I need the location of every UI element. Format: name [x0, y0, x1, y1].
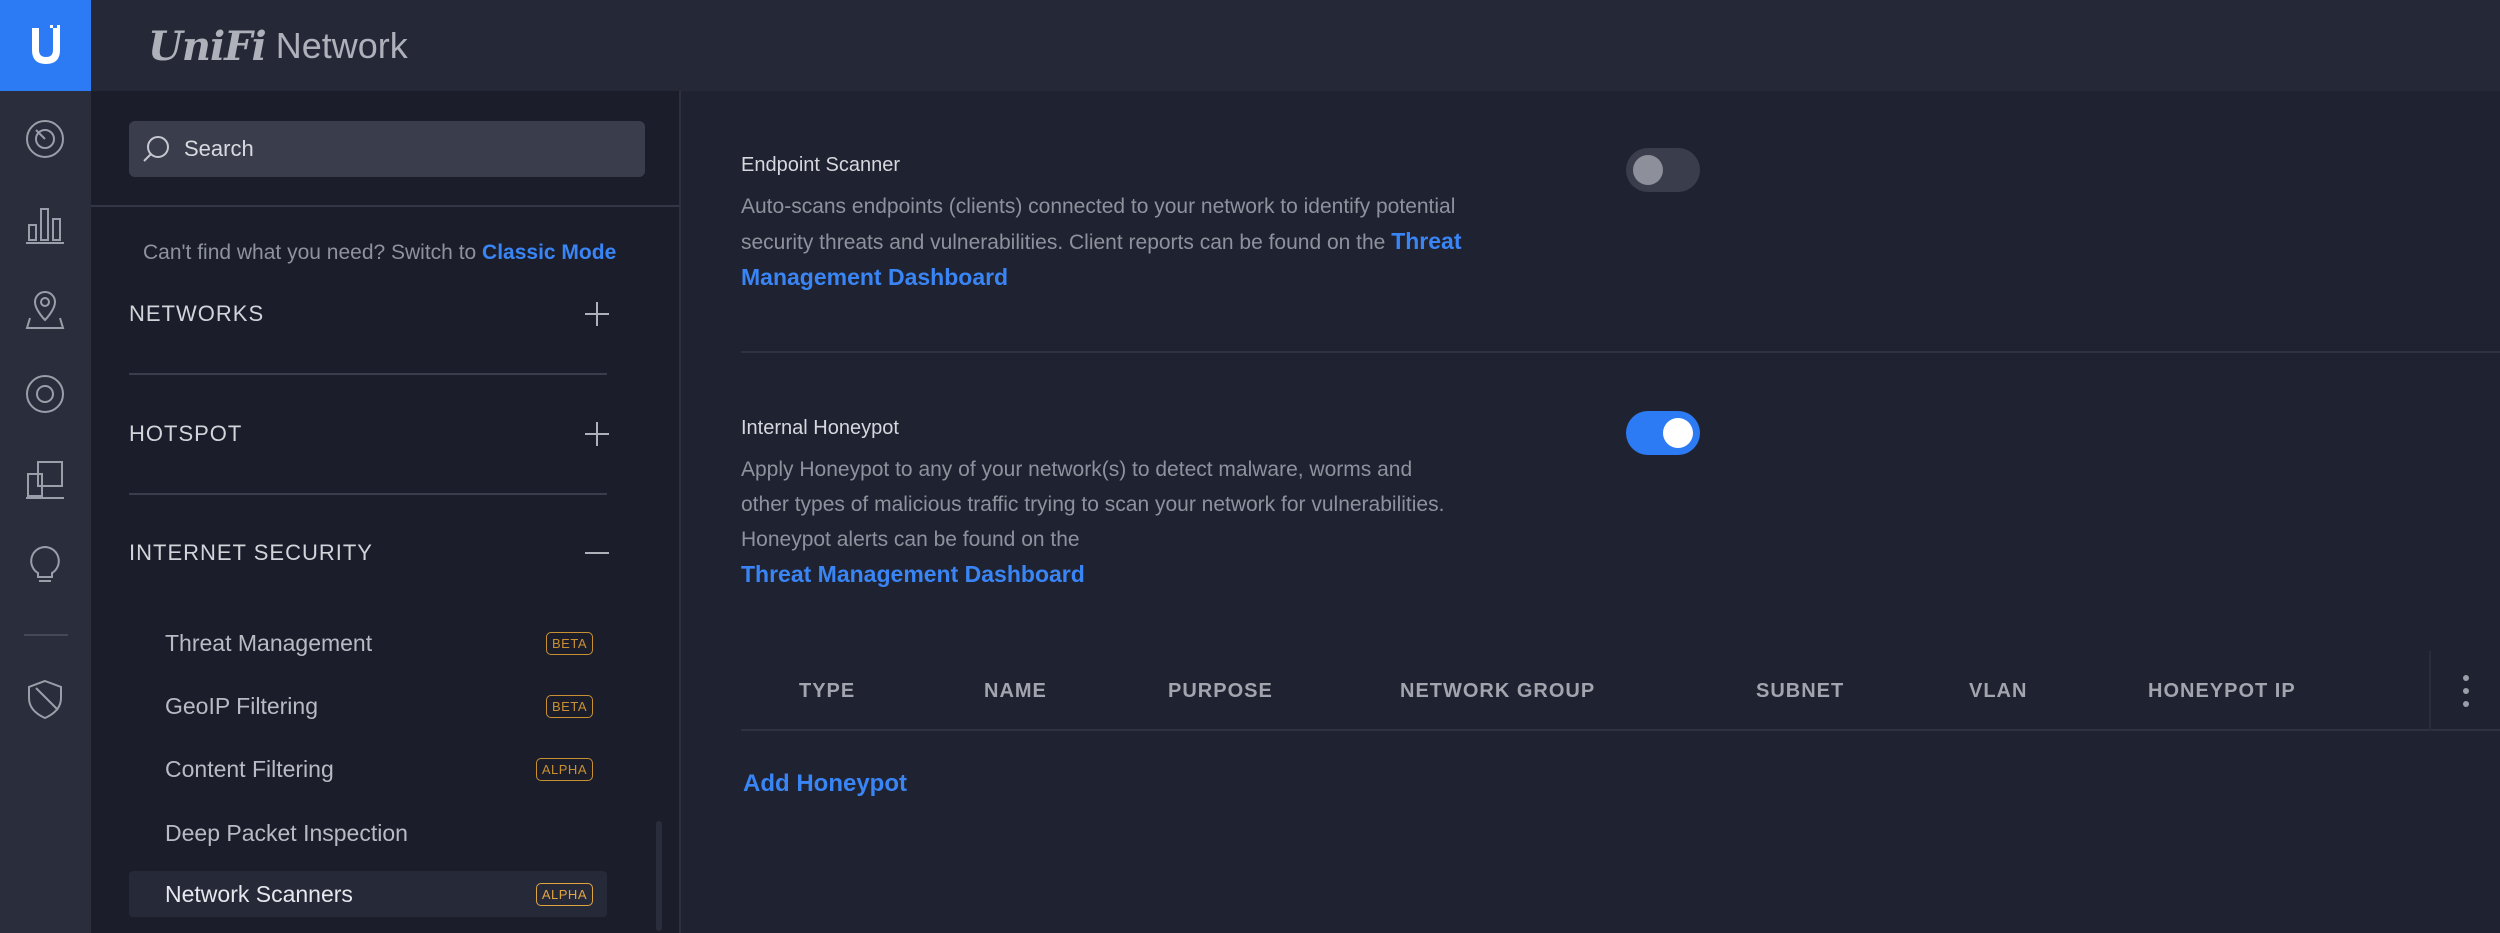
classic-mode-prefix: Can't find what you need? Switch to — [143, 241, 483, 264]
honeypot-table-header: TYPE NAME PURPOSE NETWORK GROUP SUBNET V… — [741, 651, 2500, 731]
toggle-knob — [1663, 418, 1693, 448]
toggle-knob — [1633, 155, 1663, 185]
column-purpose[interactable]: PURPOSE — [1168, 651, 1273, 731]
endpoint-scanner-description-text: Auto-scans endpoints (clients) connected… — [741, 195, 1456, 254]
main-content: Endpoint Scanner Auto-scans endpoints (c… — [683, 91, 2500, 933]
sidebar-divider — [91, 205, 679, 207]
section-networks[interactable]: NETWORKS — [129, 294, 609, 334]
top-bar: UniFi Network — [0, 0, 2500, 91]
endpoint-scanner-description: Auto-scans endpoints (clients) connected… — [741, 189, 1481, 296]
classic-mode-link[interactable]: Classic Mode — [482, 241, 616, 264]
column-name[interactable]: NAME — [984, 651, 1047, 731]
internal-honeypot-description: Apply Honeypot to any of your network(s)… — [741, 452, 1461, 593]
section-internet-security[interactable]: INTERNET SECURITY — [129, 533, 609, 573]
column-honeypot-ip[interactable]: HONEYPOT IP — [2148, 651, 2296, 731]
sidebar-item-label: Content Filtering — [165, 755, 334, 782]
nav-rail — [0, 91, 91, 933]
section-divider — [129, 493, 607, 495]
section-networks-label: NETWORKS — [129, 301, 265, 326]
map-icon[interactable] — [22, 286, 68, 332]
search-box[interactable] — [129, 121, 645, 177]
plus-icon[interactable] — [585, 302, 609, 326]
brand-unifi: UniFi — [148, 22, 267, 70]
rail-divider — [24, 634, 68, 636]
brand-title: UniFi Network — [148, 16, 408, 76]
sidebar-item-geoip-filtering[interactable]: GeoIP Filtering BETA — [129, 683, 607, 729]
sidebar-item-label: Deep Packet Inspection — [165, 819, 408, 846]
column-vlan[interactable]: VLAN — [1969, 651, 2027, 731]
alpha-badge: ALPHA — [535, 882, 593, 906]
dashboard-icon[interactable] — [22, 116, 68, 162]
endpoint-scanner-title: Endpoint Scanner — [741, 154, 901, 176]
more-options-icon[interactable] — [2429, 651, 2500, 731]
beta-badge: BETA — [546, 631, 593, 655]
plus-icon[interactable] — [585, 422, 609, 446]
insights-icon[interactable] — [22, 541, 68, 587]
internal-honeypot-title: Internal Honeypot — [741, 417, 899, 439]
setting-divider — [741, 351, 2500, 353]
search-icon — [143, 136, 169, 162]
column-network-group[interactable]: NETWORK GROUP — [1400, 651, 1595, 731]
sidebar-scrollbar[interactable] — [656, 821, 662, 931]
sidebar-item-network-scanners[interactable]: Network Scanners ALPHA — [129, 871, 607, 917]
alpha-badge: ALPHA — [535, 757, 593, 781]
sidebar-item-label: Threat Management — [165, 629, 373, 656]
sidebar-item-content-filtering[interactable]: Content Filtering ALPHA — [129, 746, 607, 792]
section-hotspot-label: HOTSPOT — [129, 421, 243, 446]
devices-icon[interactable] — [22, 371, 68, 417]
clients-icon[interactable] — [22, 456, 68, 502]
sidebar-item-label: GeoIP Filtering — [165, 692, 318, 719]
search-input[interactable] — [184, 131, 624, 167]
threat-shield-icon[interactable] — [22, 676, 68, 722]
ubiquiti-logo-icon[interactable] — [0, 0, 91, 91]
threat-dashboard-link[interactable]: Threat Management Dashboard — [741, 561, 1085, 587]
sidebar-item-threat-management[interactable]: Threat Management BETA — [129, 620, 607, 666]
beta-badge: BETA — [546, 694, 593, 718]
section-hotspot[interactable]: HOTSPOT — [129, 414, 609, 454]
sidebar-item-deep-packet-inspection[interactable]: Deep Packet Inspection — [129, 810, 607, 856]
minus-icon[interactable] — [585, 541, 609, 565]
sidebar-item-label: Network Scanners — [165, 880, 353, 907]
endpoint-scanner-toggle[interactable] — [1626, 148, 1700, 192]
section-divider — [129, 373, 607, 375]
section-internet-security-label: INTERNET SECURITY — [129, 540, 373, 565]
statistics-icon[interactable] — [22, 201, 68, 247]
column-subnet[interactable]: SUBNET — [1756, 651, 1844, 731]
settings-sidebar: Can't find what you need? Switch to Clas… — [91, 91, 681, 933]
internal-honeypot-toggle[interactable] — [1626, 411, 1700, 455]
classic-mode-hint: Can't find what you need? Switch to Clas… — [143, 241, 616, 265]
brand-network: Network — [275, 25, 408, 66]
column-type[interactable]: TYPE — [799, 651, 855, 731]
internal-honeypot-description-text: Apply Honeypot to any of your network(s)… — [741, 458, 1445, 551]
add-honeypot-button[interactable]: Add Honeypot — [743, 770, 907, 798]
